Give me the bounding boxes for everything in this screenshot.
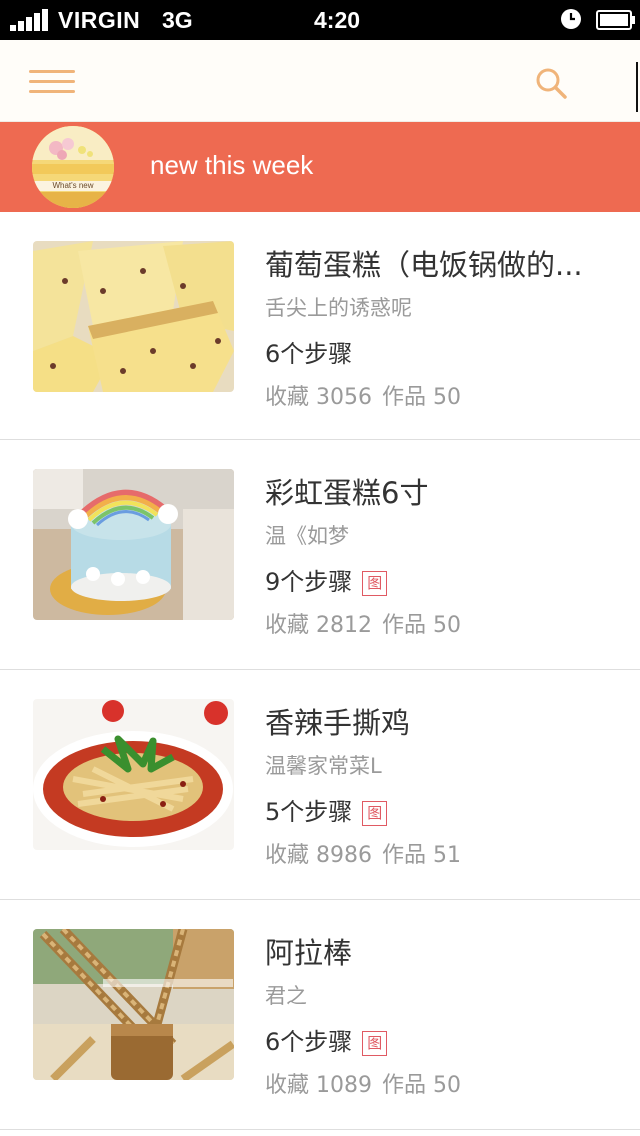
recipe-step-count: 6个步骤 xyxy=(265,334,352,369)
hamburger-menu-icon[interactable] xyxy=(29,70,75,94)
image-steps-badge: 图 xyxy=(362,801,388,826)
alarm-clock-icon xyxy=(561,9,581,29)
search-icon[interactable] xyxy=(534,66,568,100)
recipe-list-item[interactable]: 彩虹蛋糕6寸 温《如梦 9个步骤图 收藏 2812 作品 50 xyxy=(0,440,640,670)
works-count: 作品 51 xyxy=(381,843,461,868)
recipe-list-item[interactable]: 葡萄蛋糕（电饭锅做的... 舌尖上的诱惑呢 6个步骤 收藏 3056 作品 50 xyxy=(0,212,640,440)
header-edge-divider xyxy=(636,62,638,112)
recipe-title: 阿拉棒 xyxy=(265,936,353,970)
signal-strength-icon xyxy=(10,9,50,31)
works-count: 作品 50 xyxy=(381,1073,461,1098)
top-navigation-bar xyxy=(0,40,640,122)
recipe-author: 君之 xyxy=(265,984,307,1008)
status-bar: VIRGIN 3G 4:20 xyxy=(0,0,640,40)
recipe-author: 温馨家常菜L xyxy=(265,754,382,778)
step-count-text: 6个步骤 xyxy=(265,1028,353,1056)
new-this-week-banner[interactable]: What's new new this week xyxy=(0,122,640,212)
recipe-step-count: 9个步骤图 xyxy=(265,562,388,597)
recipe-list-item[interactable]: 香辣手撕鸡 温馨家常菜L 5个步骤图 收藏 8986 作品 51 xyxy=(0,670,640,900)
recipe-image xyxy=(33,469,234,620)
recipe-title: 彩虹蛋糕6寸 xyxy=(265,476,429,510)
whats-new-label: What's new xyxy=(32,181,114,191)
works-count: 作品 50 xyxy=(381,613,461,638)
recipe-list: 葡萄蛋糕（电饭锅做的... 舌尖上的诱惑呢 6个步骤 收藏 3056 作品 50 xyxy=(0,212,640,1130)
favorites-count: 收藏 2812 xyxy=(265,613,372,638)
whats-new-thumbnail: What's new xyxy=(32,126,114,208)
image-steps-badge: 图 xyxy=(362,1031,388,1056)
favorites-count: 收藏 8986 xyxy=(265,843,372,868)
cake-thumbnail-image xyxy=(32,126,114,208)
recipe-title: 葡萄蛋糕（电饭锅做的... xyxy=(265,248,583,282)
recipe-stats: 收藏 8986 作品 51 xyxy=(265,837,461,869)
recipe-stats: 收藏 3056 作品 50 xyxy=(265,379,461,411)
step-count-text: 6个步骤 xyxy=(265,340,353,368)
recipe-stats: 收藏 1089 作品 50 xyxy=(265,1067,461,1099)
recipe-author: 温《如梦 xyxy=(265,524,349,548)
recipe-image xyxy=(33,929,234,1080)
works-count: 作品 50 xyxy=(381,385,461,410)
status-time: 4:20 xyxy=(314,7,361,33)
recipe-image xyxy=(33,241,234,392)
recipe-list-item[interactable]: 阿拉棒 君之 6个步骤图 收藏 1089 作品 50 xyxy=(0,900,640,1130)
favorites-count: 收藏 1089 xyxy=(265,1073,372,1098)
battery-icon xyxy=(596,10,635,30)
favorites-count: 收藏 3056 xyxy=(265,385,372,410)
image-steps-badge: 图 xyxy=(362,571,388,596)
recipe-step-count: 6个步骤图 xyxy=(265,1022,388,1057)
step-count-text: 5个步骤 xyxy=(265,798,353,826)
step-count-text: 9个步骤 xyxy=(265,568,353,596)
recipe-author: 舌尖上的诱惑呢 xyxy=(265,296,412,320)
recipe-title: 香辣手撕鸡 xyxy=(265,706,411,740)
banner-title: new this week xyxy=(150,150,314,180)
recipe-step-count: 5个步骤图 xyxy=(265,792,388,827)
carrier-name: VIRGIN xyxy=(58,7,141,33)
recipe-image xyxy=(33,699,234,850)
network-type: 3G xyxy=(162,7,193,33)
recipe-stats: 收藏 2812 作品 50 xyxy=(265,607,461,639)
